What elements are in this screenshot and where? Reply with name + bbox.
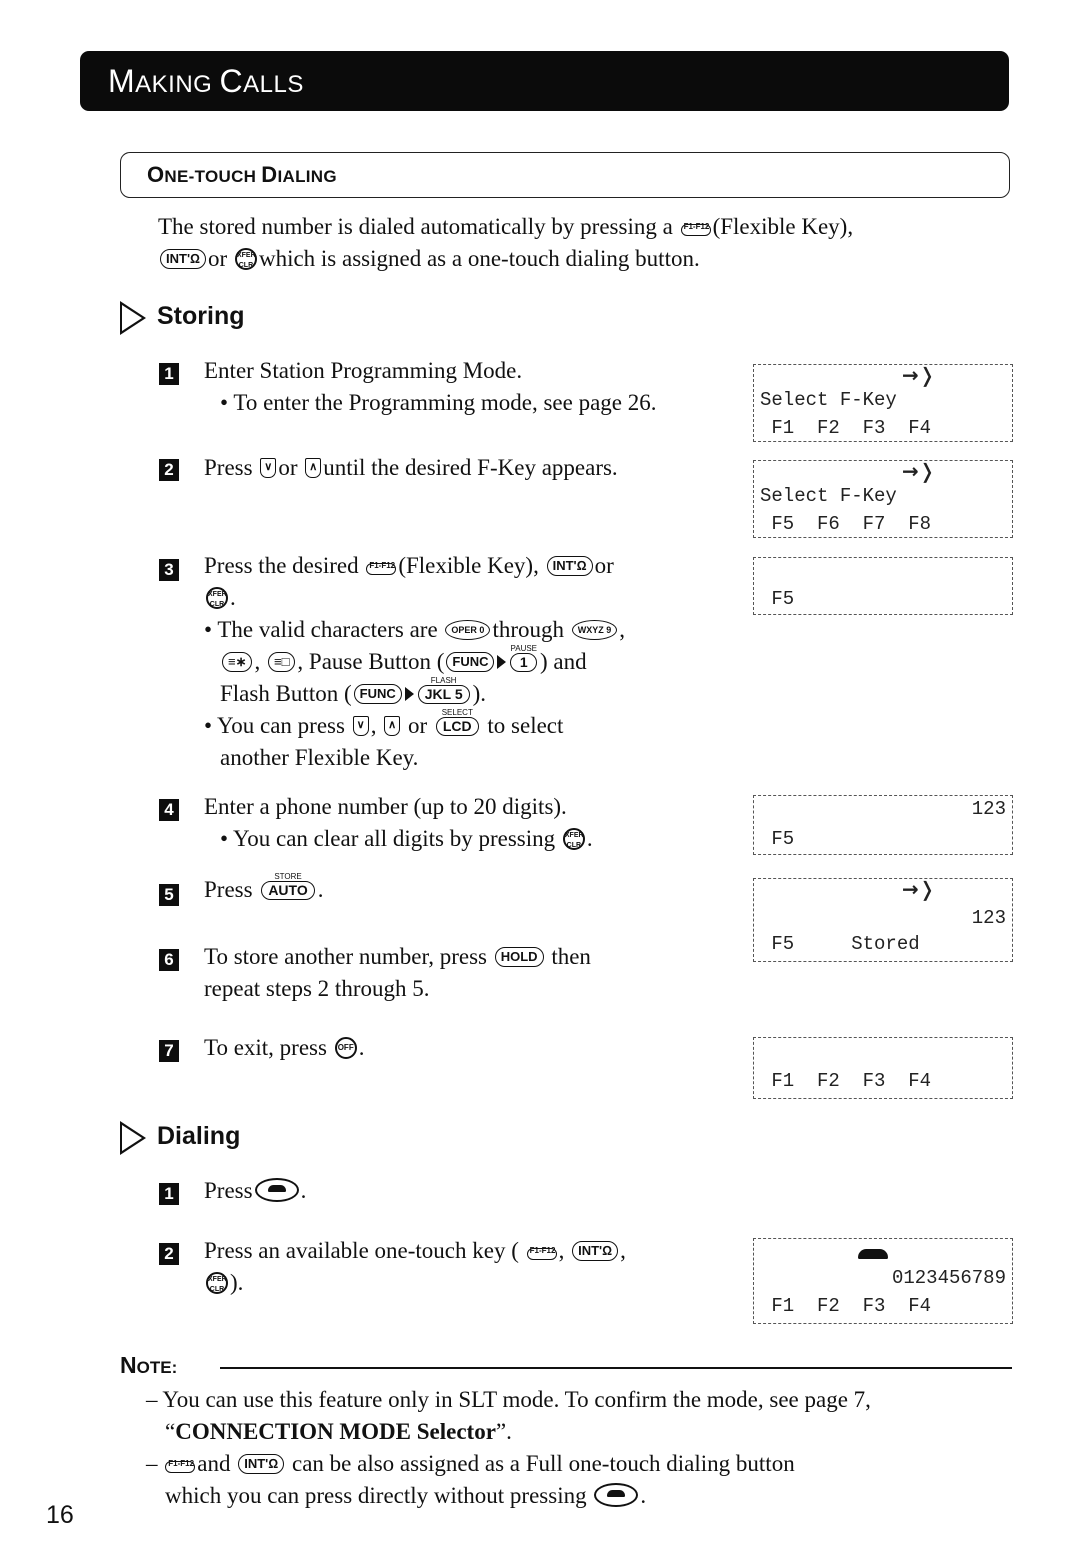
lcd-line-1: 0123456789 xyxy=(891,1267,1006,1289)
down-key-icon: ∨ xyxy=(260,457,277,478)
flexible-key-icon: F1-F12 xyxy=(680,214,711,236)
down-key-icon: ∨ xyxy=(352,715,369,736)
flexible-key-icon: F1-F12 xyxy=(526,1238,557,1260)
flexible-key-icon: F1-F12 xyxy=(366,553,397,575)
key-9-icon: WXYZ 9 xyxy=(571,619,618,640)
off-key-icon: OFF xyxy=(334,1036,357,1059)
pause-key-icon: PAUSE 1 xyxy=(510,643,538,672)
lcd-line-2: F1 F2 F3 F4 xyxy=(760,417,932,439)
step-number: 6 xyxy=(159,949,179,971)
flexible-key-icon: F1-F12 xyxy=(165,1451,196,1473)
then-arrow-icon xyxy=(404,686,414,701)
lcd-display: →❭ 123 F5 Stored xyxy=(753,877,1013,962)
lcd-display: F1 F2 F3 F4 xyxy=(753,1037,1013,1099)
func-key-icon: FUNC xyxy=(446,651,495,672)
arrow-right-icon: →❭ xyxy=(902,363,936,387)
lcd-line-2: F1 F2 F3 F4 xyxy=(760,1070,932,1092)
note-item-2: – F1-F12 and INT'Ω can be also assigned a… xyxy=(146,1451,795,1508)
handset-key-icon xyxy=(254,1177,299,1202)
handset-key-icon xyxy=(594,1482,639,1507)
lcd-line-2: F5 xyxy=(760,588,795,610)
flash-key-icon: FLASH JKL 5 xyxy=(417,676,470,704)
step-4-text: Enter a phone number (up to 20 digits). … xyxy=(204,794,593,851)
step-number: 2 xyxy=(159,1243,179,1265)
lcd-line-1: 123 xyxy=(971,907,1006,929)
dialing-step-1-text: Press. xyxy=(204,1177,307,1203)
section-header-box: ONE-TOUCH DIALING xyxy=(120,152,1010,198)
intercom-key-icon: INT'Ω xyxy=(572,1240,619,1261)
step-2-text: Press ∨ or ∧ until the desired F-Key appea… xyxy=(204,455,618,480)
step-number: 3 xyxy=(159,559,179,581)
step-number: 2 xyxy=(159,459,179,481)
key-star-icon: ≡∗ xyxy=(222,651,253,672)
lcd-line-1: Select F-Key xyxy=(760,389,897,411)
transfer-clear-key-icon: XFER CLR xyxy=(206,1271,228,1294)
transfer-clear-key-icon: XFER CLR xyxy=(206,586,228,609)
note-divider xyxy=(220,1367,1012,1369)
handset-icon xyxy=(858,1249,888,1259)
lcd-display: 123 F5 xyxy=(753,795,1013,855)
chapter-title: MAKING CALLS xyxy=(108,63,304,99)
then-arrow-icon xyxy=(497,654,507,669)
step-number: 7 xyxy=(159,1040,179,1062)
storing-heading: Storing xyxy=(157,302,245,330)
lcd-line-1: 123 xyxy=(971,798,1006,820)
hold-key-icon: HOLD xyxy=(494,946,544,967)
key-0-icon: OPER 0 xyxy=(445,619,491,640)
lcd-display: →❭ Select F-Key F5 F6 F7 F8 xyxy=(753,459,1013,538)
step-3-text: Press the desired F1-F12 (Flexible Key), … xyxy=(204,553,626,770)
lcd-line-1: Select F-Key xyxy=(760,485,897,507)
up-key-icon: ∧ xyxy=(305,457,322,478)
arrow-right-icon: →❭ xyxy=(902,459,936,483)
func-key-icon: FUNC xyxy=(353,683,402,704)
chapter-title-banner: MAKING CALLS xyxy=(80,51,1009,111)
arrow-right-icon: →❭ xyxy=(902,877,936,901)
lcd-line-2: F5 Stored xyxy=(760,933,920,955)
intercom-key-icon: INT'Ω xyxy=(546,555,593,576)
lcd-line-2: F5 F6 F7 F8 xyxy=(760,513,932,535)
dialing-triangle-icon xyxy=(120,1120,150,1156)
section-title: ONE-TOUCH DIALING xyxy=(147,162,337,187)
step-number: 1 xyxy=(159,363,179,385)
step-6-text: To store another number, press HOLD then… xyxy=(204,944,591,1001)
step-7-text: To exit, press OFF. xyxy=(204,1035,365,1060)
lcd-line-2: F1 F2 F3 F4 xyxy=(760,1295,932,1317)
transfer-clear-key-icon: XFER CLR xyxy=(562,827,585,850)
transfer-clear-key-icon: XFER CLR xyxy=(234,247,257,270)
step-number: 5 xyxy=(159,884,179,906)
store-auto-key-icon: STORE AUTO xyxy=(261,872,315,900)
storing-triangle-icon xyxy=(120,300,150,336)
note-heading: NOTE: xyxy=(120,1352,178,1378)
dialing-step-2-text: Press an available one-touch key ( F1-F1… xyxy=(204,1238,626,1295)
intercom-key-icon: INT'Ω xyxy=(238,1453,285,1474)
up-key-icon: ∧ xyxy=(384,715,401,736)
step-1-text: Enter Station Programming Mode. • To ent… xyxy=(204,358,657,415)
lcd-line-2: F5 xyxy=(760,828,795,850)
step-5-text: Press STORE AUTO. xyxy=(204,871,324,902)
intercom-key-icon: INT'Ω xyxy=(160,248,207,269)
select-lcd-key-icon: SELECT LCD xyxy=(435,708,479,736)
step-number: 1 xyxy=(159,1183,179,1205)
lcd-display: F5 xyxy=(753,557,1013,615)
step-number: 4 xyxy=(159,799,179,821)
note-item-1: – You can use this feature only in SLT m… xyxy=(146,1387,871,1444)
intro-paragraph: The stored number is dialed automaticall… xyxy=(158,214,854,271)
page-number: 16 xyxy=(46,1501,74,1529)
dialing-heading: Dialing xyxy=(157,1122,241,1150)
lcd-display: 0123456789 F1 F2 F3 F4 xyxy=(753,1238,1013,1324)
lcd-display: →❭ Select F-Key F1 F2 F3 F4 xyxy=(753,363,1013,442)
key-hash-icon: ≡□ xyxy=(267,651,296,672)
